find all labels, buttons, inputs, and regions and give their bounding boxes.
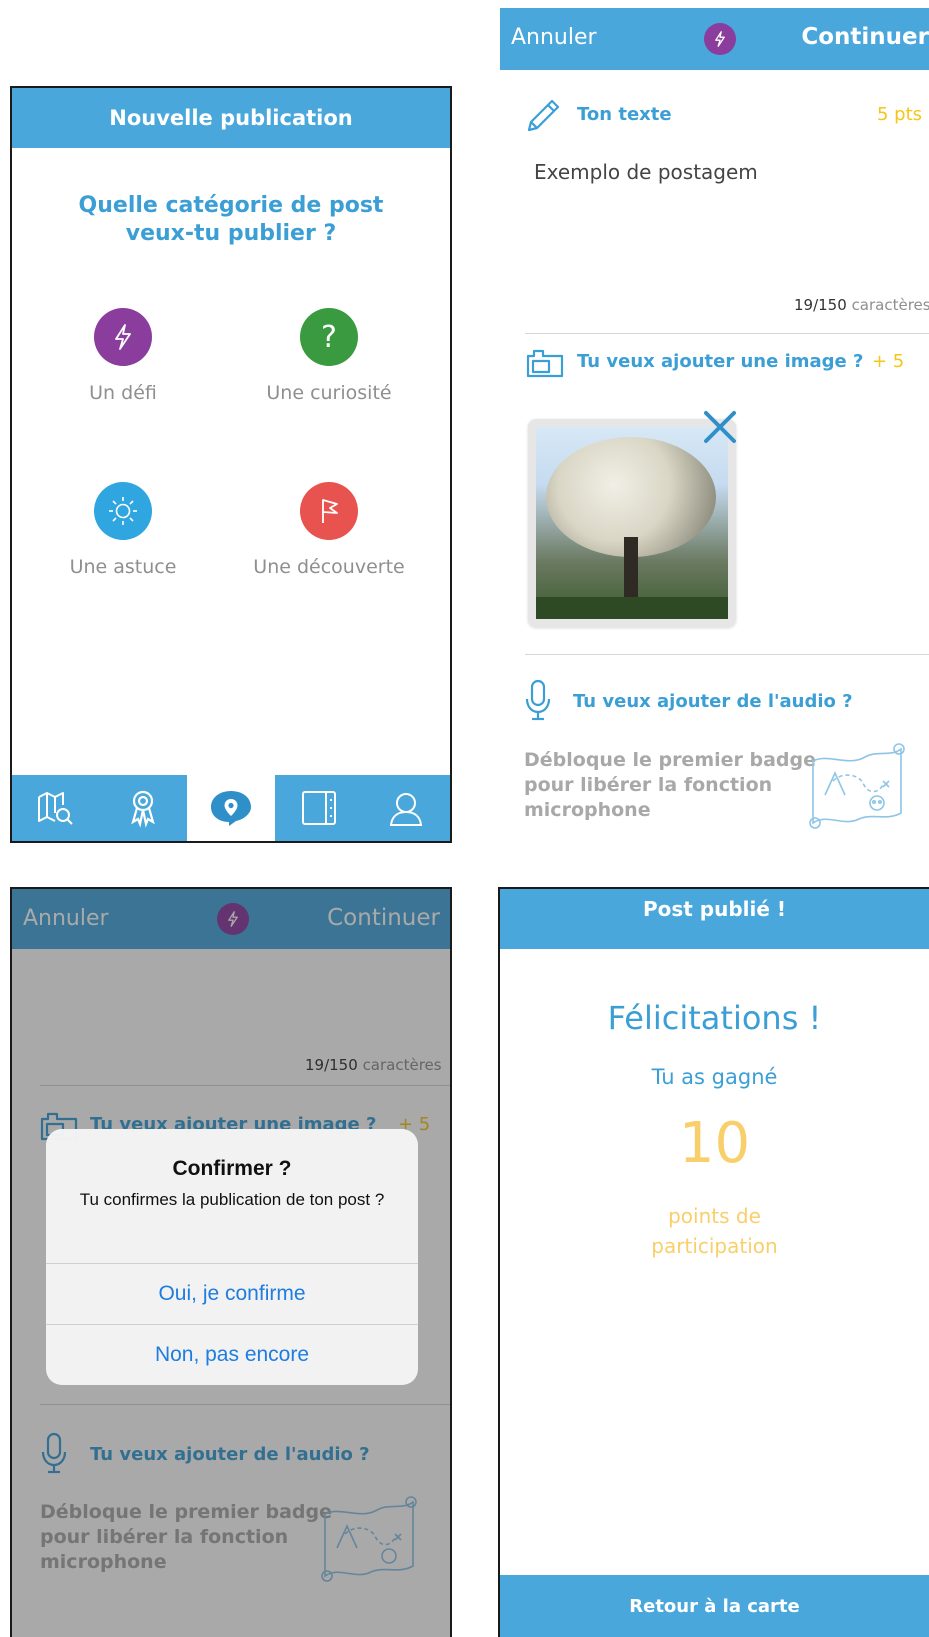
dialog-title: Confirmer ? [172, 1157, 292, 1180]
header-bar: Annuler Continuer [500, 8, 929, 70]
flag-icon [300, 482, 358, 540]
points-value: 10 [678, 1111, 751, 1176]
category-astuce-button[interactable]: Une astuce [23, 482, 223, 578]
camera-icon [526, 349, 564, 378]
audio-section-title: Tu veux ajouter de l'audio ? [573, 691, 853, 712]
category-screen: Nouvelle publication Quelle catégorie de… [10, 86, 452, 843]
continue-button[interactable]: Continuer [801, 24, 929, 50]
page-title: Nouvelle publication [109, 106, 353, 130]
tab-map[interactable] [12, 775, 100, 841]
compose-screen: Annuler Continuer Ton texte 5 pts Exempl… [500, 8, 929, 843]
category-decouverte-button[interactable]: Une découverte [229, 482, 429, 578]
text-points: 5 pts [877, 104, 923, 125]
won-text: Tu as gagné [651, 1065, 778, 1089]
question-mark-icon: ? [300, 308, 358, 366]
tab-profile[interactable] [362, 775, 450, 841]
points-label: points de participation [651, 1204, 778, 1258]
image-points: + 5 [872, 351, 905, 372]
category-defi-button[interactable]: Un défi [23, 308, 223, 404]
header-bar: Post publié ! [500, 889, 929, 949]
divider [525, 654, 929, 655]
sun-icon [94, 482, 152, 540]
profile-icon [390, 793, 423, 826]
header-bar: Nouvelle publication [12, 88, 450, 148]
locked-audio-message: Débloque le premier badge pour libérer l… [524, 749, 817, 821]
confirm-button[interactable]: Oui, je confirme [46, 1263, 418, 1324]
divider [525, 333, 929, 334]
cancel-button[interactable]: Annuler [511, 25, 597, 50]
category-label: Un défi [89, 382, 157, 404]
category-curiosite-button[interactable]: ? Une curiosité [229, 308, 429, 404]
image-thumbnail[interactable] [528, 411, 736, 627]
tab-badges[interactable] [100, 775, 188, 841]
page-title: Post publié ! [642, 897, 787, 921]
post-location-icon [210, 791, 251, 826]
journal-icon [301, 791, 336, 825]
pencil-icon [527, 99, 560, 132]
not-yet-button[interactable]: Non, pas encore [46, 1324, 418, 1385]
category-label: Une découverte [253, 556, 405, 578]
lightning-icon [94, 308, 152, 366]
character-counter: 19/150 caractères [794, 296, 929, 314]
confirm-dialog: Confirmer ? Tu confirmes la publication … [46, 1129, 418, 1385]
back-to-map-button[interactable]: Retour à la carte [500, 1575, 929, 1637]
category-label: Une curiosité [266, 382, 392, 404]
confirm-screen: Annuler Continuer 19/150 caractères Tu v… [10, 887, 452, 1637]
map-search-icon [37, 792, 73, 825]
dialog-message: Tu confirmes la publication de ton post … [79, 1190, 385, 1209]
success-screen: Post publié ! Félicitations ! Tu as gagn… [498, 887, 929, 1637]
badge-icon [131, 790, 156, 828]
remove-image-icon[interactable] [700, 407, 740, 447]
post-text-input[interactable]: Exemplo de postagem [534, 160, 758, 184]
tab-journal[interactable] [275, 775, 363, 841]
tab-bar [12, 775, 450, 841]
treasure-map-icon [809, 743, 905, 829]
category-label: Une astuce [69, 556, 177, 578]
tree-photo [536, 427, 728, 619]
image-section-title[interactable]: Tu veux ajouter une image ? [577, 351, 863, 372]
tab-publish[interactable] [187, 775, 275, 841]
category-question: Quelle catégorie de post veux-tu publier… [78, 193, 384, 246]
congrats-heading: Félicitations ! [607, 999, 822, 1037]
lightning-icon [704, 23, 736, 55]
text-section-title: Ton texte [577, 104, 672, 125]
microphone-icon [525, 679, 551, 721]
